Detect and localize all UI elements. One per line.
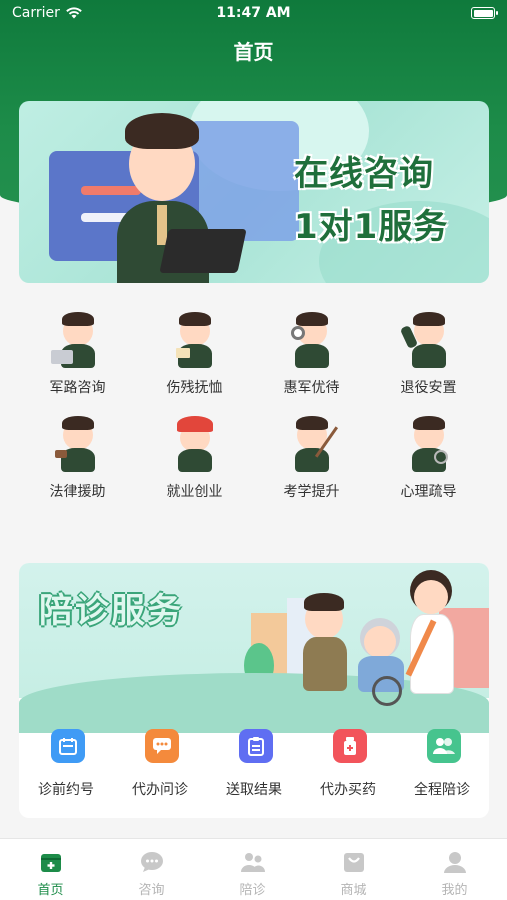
service-label: 惠军优待 — [283, 380, 340, 396]
tab-label: 首页 — [37, 883, 64, 898]
service-employment[interactable]: 就业创业 — [136, 404, 253, 504]
accompany-label: 代办问诊 — [132, 782, 188, 798]
accompany-label: 全程陪诊 — [414, 782, 470, 798]
service-psychological-counseling[interactable]: 心理疏导 — [370, 404, 487, 504]
service-label: 退役安置 — [400, 380, 457, 396]
accompany-appointment[interactable]: 诊前约号 — [19, 723, 113, 803]
shop-icon — [344, 853, 364, 872]
accompany-full-escort[interactable]: 全程陪诊 — [395, 723, 489, 803]
laptop-graphic — [159, 229, 247, 273]
service-label: 伤残抚恤 — [166, 380, 223, 396]
consult-banner[interactable]: 在线咨询 1对1服务 — [19, 101, 489, 283]
chat-icon — [145, 729, 179, 763]
soldier-gavel-icon — [55, 416, 99, 474]
service-label: 军路咨询 — [49, 380, 106, 396]
banner-subheadline: 1对1服务 — [294, 207, 449, 247]
page-title: 首页 — [233, 40, 274, 64]
service-label: 法律援助 — [49, 484, 106, 500]
service-military-benefits[interactable]: 惠军优待 — [253, 300, 370, 400]
medicine-icon — [333, 729, 367, 763]
accompany-label: 代办买药 — [320, 782, 376, 798]
tab-label: 我的 — [441, 883, 468, 898]
banner-headline: 在线咨询 — [294, 154, 434, 194]
worker-helmet-icon — [174, 416, 216, 474]
tab-label: 商城 — [340, 883, 367, 898]
accompany-result-delivery[interactable]: 送取结果 — [207, 723, 301, 803]
battery-icon — [471, 7, 498, 19]
accompany-service-card: 陪诊服务 诊前约号 代办问诊 送取结果 代办买药 全程陪诊 — [19, 563, 489, 818]
clock: 11:47 AM — [216, 5, 291, 21]
tab-home[interactable]: 首页 — [0, 839, 101, 900]
soldier-laptop-icon — [51, 312, 99, 370]
service-legal-aid[interactable]: 法律援助 — [19, 404, 136, 504]
accompany-label: 诊前约号 — [38, 782, 94, 798]
accompany-medicine-purchase[interactable]: 代办买药 — [301, 723, 395, 803]
accompany-icon — [241, 853, 265, 872]
people-icon — [427, 729, 461, 763]
clipboard-icon — [239, 729, 273, 763]
tab-shop[interactable]: 商城 — [303, 839, 404, 900]
soldier-salute-icon — [399, 312, 450, 370]
accompany-consult-proxy[interactable]: 代办问诊 — [113, 723, 207, 803]
service-label: 考学提升 — [283, 484, 340, 500]
consult-icon — [141, 852, 163, 872]
tab-bar: 首页 咨询 陪诊 商城 我的 — [0, 838, 507, 900]
service-label: 心理疏导 — [400, 484, 457, 500]
service-label: 就业创业 — [166, 484, 223, 500]
status-bar: Carrier 11:47 AM — [0, 0, 507, 28]
profile-icon — [444, 852, 466, 873]
tab-label: 咨询 — [138, 883, 165, 898]
soldier-magnifier-icon — [291, 312, 333, 370]
nurse-illustration — [404, 568, 459, 703]
accompany-label: 送取结果 — [226, 782, 282, 798]
service-disability-pension[interactable]: 伤残抚恤 — [136, 300, 253, 400]
soldier-document-icon — [174, 312, 216, 370]
elderly-person-illustration — [354, 618, 409, 706]
accompany-items: 诊前约号 代办问诊 送取结果 代办买药 全程陪诊 — [19, 723, 489, 813]
home-icon — [41, 854, 61, 872]
service-military-consult[interactable]: 军路咨询 — [19, 300, 136, 400]
soldier-stethoscope-icon — [408, 416, 450, 474]
service-grid: 军路咨询 伤残抚恤 惠军优待 退役安置 法律援助 就业创业 考学提升 心理疏导 — [19, 300, 489, 520]
soldier-illustration — [301, 593, 349, 693]
tab-label: 陪诊 — [239, 883, 266, 898]
service-retirement-placement[interactable]: 退役安置 — [370, 300, 487, 400]
tab-profile[interactable]: 我的 — [404, 839, 505, 900]
soldier-pointer-icon — [291, 416, 339, 474]
accompany-title: 陪诊服务 — [39, 591, 183, 631]
tab-consult[interactable]: 咨询 — [101, 839, 202, 900]
calendar-icon — [51, 729, 85, 763]
service-study-improvement[interactable]: 考学提升 — [253, 404, 370, 504]
tab-accompany[interactable]: 陪诊 — [202, 839, 303, 900]
